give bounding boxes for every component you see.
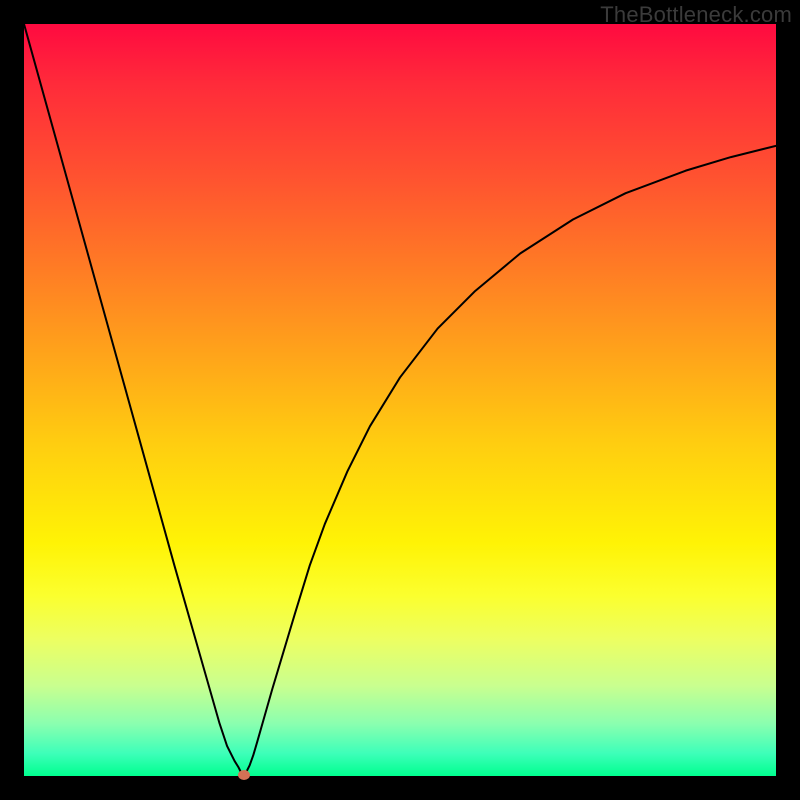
bottleneck-curve xyxy=(24,24,776,775)
curve-svg xyxy=(24,24,776,776)
chart-frame: TheBottleneck.com xyxy=(0,0,800,800)
minimum-marker xyxy=(238,770,250,780)
watermark-text: TheBottleneck.com xyxy=(600,2,792,28)
plot-area xyxy=(24,24,776,776)
